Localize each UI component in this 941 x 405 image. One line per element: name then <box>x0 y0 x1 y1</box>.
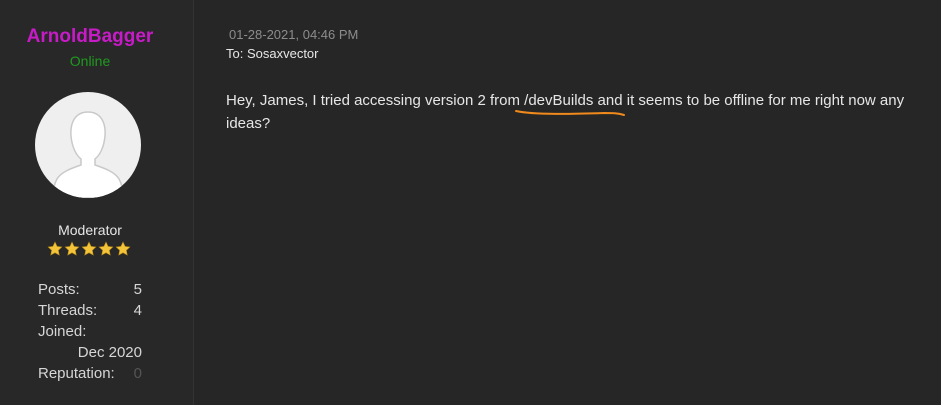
star-icon <box>64 241 80 256</box>
star-icon <box>47 241 63 256</box>
star-icon <box>115 241 131 256</box>
underline-annotation <box>515 110 626 116</box>
user-stats: Posts: 5 Threads: 4 Joined: Dec 2020 Rep… <box>38 281 142 386</box>
stat-label: Threads: <box>38 302 98 319</box>
stat-label: Reputation: <box>38 365 115 382</box>
post-date: 01-28-2021, 04:46 PM <box>229 27 359 42</box>
stat-reputation: Reputation: 0 <box>38 365 142 386</box>
stat-value: 5 <box>133 281 142 298</box>
post-content: 01-28-2021, 04:46 PM To: Sosaxvector Hey… <box>193 0 941 405</box>
stat-value: 4 <box>133 302 142 319</box>
stat-posts: Posts: 5 <box>38 281 142 302</box>
highlighted-text: /devBuilds <box>515 92 626 116</box>
stat-threads: Threads: 4 <box>38 302 142 323</box>
stat-joined-value-row: Dec 2020 <box>38 344 142 365</box>
post-message: Hey, James, I tried accessing version 2 … <box>226 89 916 135</box>
star-icon <box>81 241 97 256</box>
user-role: Moderator <box>58 222 122 238</box>
author-sidebar: ArnoldBagger Online Moderator Posts: 5 T… <box>0 0 194 405</box>
stat-joined: Joined: <box>38 323 142 344</box>
message-text: Hey, James, I tried accessing version 2 … <box>226 92 525 109</box>
star-icon <box>98 241 114 256</box>
author-username[interactable]: ArnoldBagger <box>0 26 180 48</box>
post-recipient: To: Sosaxvector <box>226 46 319 61</box>
default-user-icon <box>52 111 124 198</box>
online-status: Online <box>69 53 111 69</box>
stat-label: Posts: <box>38 281 80 298</box>
avatar[interactable] <box>35 92 141 198</box>
rating-stars <box>47 241 131 257</box>
stat-value: Dec 2020 <box>77 344 142 361</box>
stat-value[interactable]: 0 <box>134 365 142 382</box>
stat-label: Joined: <box>38 323 87 340</box>
